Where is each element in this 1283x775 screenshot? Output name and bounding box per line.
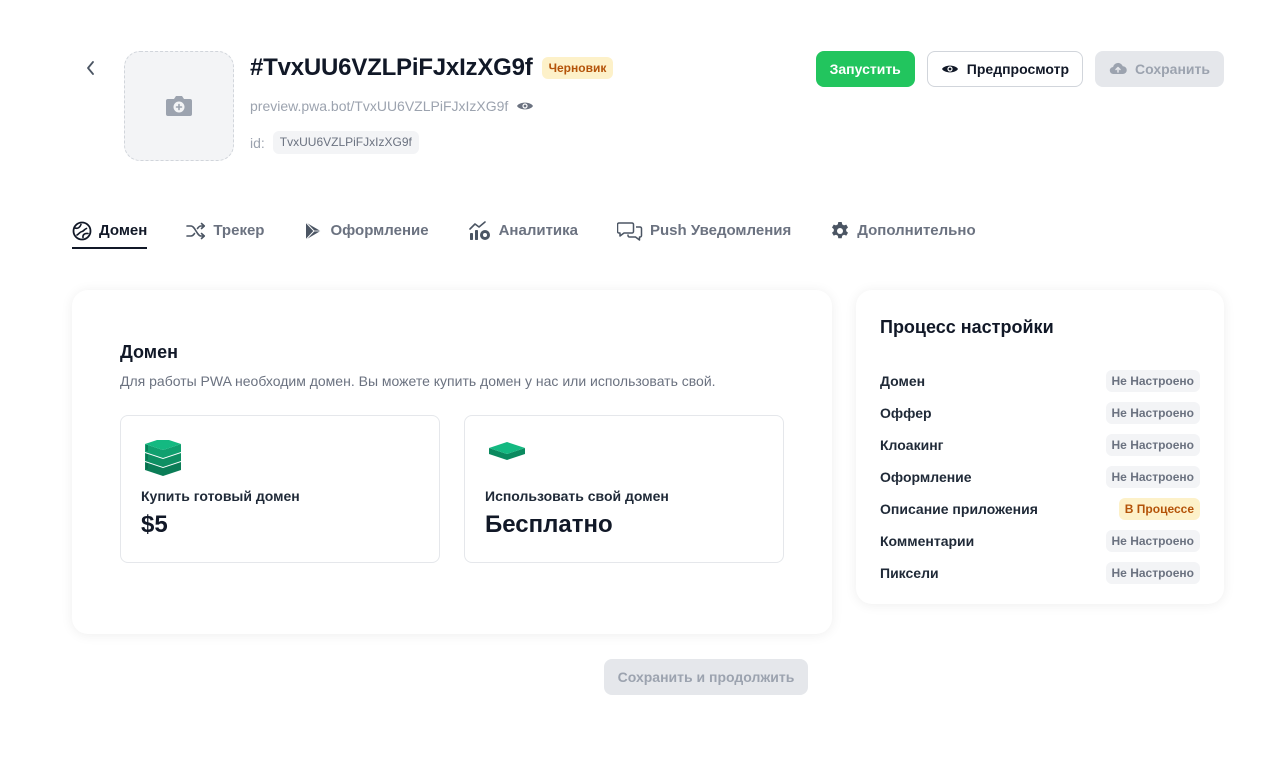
status-badge: Не Настроено [1105,402,1200,424]
setup-step-label: Описание приложения [880,501,1038,517]
id-row: id: TvxUU6VZLPiFJxIzXG9f [250,131,419,155]
gear-icon [832,221,849,238]
own-domain-option[interactable]: Использовать свой домен Бесплатно [464,415,784,563]
option-title: Купить готовый домен [141,488,300,504]
cloud-upload-icon [1109,62,1127,75]
eye-icon [941,65,958,73]
buy-domain-option[interactable]: Купить готовый домен $5 [120,415,440,563]
tab-label: Дополнительно [857,222,976,239]
status-badge: Не Настроено [1105,530,1200,552]
preview-url-row: preview.pwa.bot/TvxUU6VZLPiFJxIzXG9f [250,98,534,114]
chat-icon [616,221,643,241]
setup-step: Оффер Не Настроено [880,397,1200,429]
section-title: Домен [120,342,178,362]
chevron-left-icon [87,61,94,75]
setup-step: Описание приложения В Процессе [880,493,1200,525]
status-badge: Черновик [541,57,614,79]
tab-label: Оформление [330,222,429,239]
globe-icon [72,221,92,240]
option-title: Использовать свой домен [485,488,669,504]
preview-button-label: Предпросмотр [966,61,1070,77]
tab-bar: Домен Трекер Оформление Аналитика Push У… [72,212,1015,249]
tab-design[interactable]: Оформление [303,212,429,249]
layer-icon [487,440,527,481]
setup-step-label: Оффер [880,405,932,421]
tab-domain[interactable]: Домен [72,212,148,249]
status-badge: Не Настроено [1105,370,1200,392]
setup-step-label: Домен [880,373,926,389]
tab-advanced[interactable]: Дополнительно [830,212,976,249]
setup-process-title: Процесс настройки [880,317,1054,337]
page-title: #TvxUU6VZLPiFJxIzXG9f [250,54,533,81]
status-badge: В Процессе [1118,498,1200,520]
server-stack-icon [143,438,183,481]
preview-button[interactable]: Предпросмотр [926,51,1084,87]
section-description: Для работы PWA необходим домен. Вы может… [120,373,716,389]
tab-tracker[interactable]: Трекер [186,212,264,249]
save-and-continue-button[interactable]: Сохранить и продолжить [604,659,808,695]
setup-step: Комментарии Не Настроено [880,525,1200,557]
shuffle-icon [186,222,206,239]
setup-step-label: Пиксели [880,565,939,581]
launch-button[interactable]: Запустить [815,51,915,87]
status-badge: Не Настроено [1105,562,1200,584]
app-title-row: #TvxUU6VZLPiFJxIzXG9f Черновик [250,54,614,82]
status-badge: Не Настроено [1105,466,1200,488]
setup-steps-list: Домен Не Настроено Оффер Не Настроено Кл… [880,365,1200,589]
setup-process-card: Процесс настройки Домен Не Настроено Офф… [856,290,1224,604]
setup-step-label: Клоакинг [880,437,944,453]
domain-card: Домен Для работы PWA необходим домен. Вы… [72,290,832,634]
setup-step: Пиксели Не Настроено [880,557,1200,589]
option-price: Бесплатно [485,511,613,538]
id-chip: TvxUU6VZLPiFJxIzXG9f [272,131,419,155]
preview-url-link[interactable]: preview.pwa.bot/TvxUU6VZLPiFJxIzXG9f [250,98,508,114]
header-actions: Запустить Предпросмотр Сохранить [815,51,1224,87]
app-icon-upload[interactable] [124,51,234,161]
status-badge: Не Настроено [1105,434,1200,456]
setup-step-label: Комментарии [880,533,975,549]
save-button-label: Сохранить [1135,61,1210,77]
tab-label: Аналитика [498,222,578,239]
tab-label: Трекер [213,222,265,239]
tab-label: Push Уведомления [649,222,792,239]
tab-push[interactable]: Push Уведомления [616,212,792,249]
tab-label: Домен [99,222,148,239]
analytics-icon [468,220,490,240]
save-button[interactable]: Сохранить [1095,51,1224,87]
tab-analytics[interactable]: Аналитика [468,212,578,249]
setup-step: Клоакинг Не Настроено [880,429,1200,461]
launch-button-label: Запустить [829,61,901,77]
play-store-icon [306,221,321,240]
setup-step-label: Оформление [880,469,972,485]
setup-step: Домен Не Настроено [880,365,1200,397]
id-label: id: [250,134,265,151]
setup-step: Оформление Не Настроено [880,461,1200,493]
camera-icon [166,96,192,116]
option-price: $5 [141,511,168,538]
eye-icon[interactable] [516,100,534,112]
back-button[interactable] [78,56,102,80]
